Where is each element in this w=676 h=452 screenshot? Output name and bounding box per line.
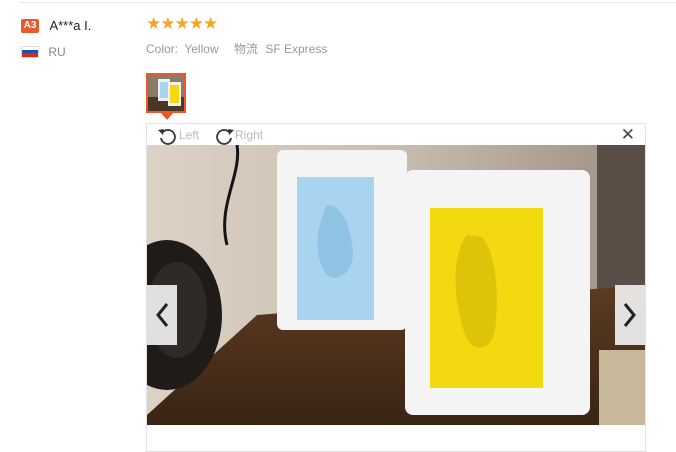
reviewer-country: RU [21, 44, 66, 59]
thumbnail-image [148, 75, 184, 111]
photo-viewer: Left Right ✕ [146, 123, 646, 452]
reviewer-name: A***a I. [49, 18, 92, 34]
rotate-right-label: Right [235, 128, 264, 142]
shipping-value: SF Express [265, 42, 328, 56]
section-divider [20, 2, 676, 3]
review-photo-thumbnail[interactable] [146, 73, 186, 113]
chevron-right-icon [623, 303, 636, 327]
thumbnail-pointer [161, 113, 173, 120]
review-photo [147, 145, 645, 425]
review-photo-image [147, 145, 645, 425]
next-photo-button[interactable] [615, 285, 645, 345]
rating-stars: ★★★★★ [146, 14, 218, 33]
rotate-left-icon [158, 128, 176, 145]
color-value: Yellow [184, 42, 219, 56]
rotate-right-icon [216, 128, 234, 145]
order-attributes: Color: Yellow 物流 SF Express [146, 40, 327, 57]
russia-flag-icon [21, 45, 39, 58]
country-code: RU [48, 44, 66, 59]
buyer-level-badge: A3 [21, 18, 39, 33]
rotate-left-button[interactable]: Left [157, 125, 199, 145]
reviewer-info: A3 A***a I. [21, 17, 91, 35]
rotate-left-label: Left [179, 128, 200, 142]
chevron-left-icon [156, 303, 169, 327]
shipping-label: 物流 [233, 42, 258, 56]
rotate-right-button[interactable]: Right [213, 125, 263, 145]
close-icon[interactable]: ✕ [621, 126, 635, 144]
previous-photo-button[interactable] [147, 285, 177, 345]
color-label: Color: [146, 42, 179, 56]
star-rating: ★★★★★ [146, 14, 218, 33]
